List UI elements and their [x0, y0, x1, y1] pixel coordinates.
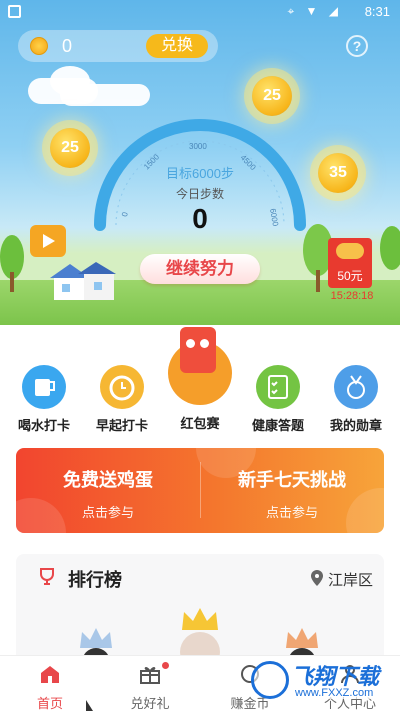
- step-target: 目标6000步: [166, 166, 234, 181]
- tab-home[interactable]: 首页: [0, 656, 100, 711]
- signal-icons: ⌖ ▼ ◢: [287, 4, 342, 18]
- notification-dot: [162, 662, 169, 669]
- status-time: 8:31: [364, 4, 390, 19]
- medal-icon: [334, 365, 378, 409]
- coin-icon: [30, 37, 48, 55]
- hero-section: ⌖ ▼ ◢ 8:31 0 兑换 ? 25 25 35 0 1500 3000 4…: [0, 0, 400, 325]
- banner-title: 新手七天挑战: [238, 470, 346, 490]
- seven-day-challenge-card[interactable]: 新手七天挑战 点击参与: [200, 466, 384, 521]
- gauge-tick: 3000: [189, 142, 207, 151]
- silver-crown-icon: [80, 628, 112, 648]
- watermark-logo-icon: [251, 661, 289, 699]
- ranking-card[interactable]: 排行榜 江岸区: [16, 554, 384, 664]
- trophy-icon: [40, 568, 54, 585]
- feature-my-medals[interactable]: 我的勋章: [328, 365, 384, 434]
- home-icon: [41, 666, 59, 683]
- feature-label: 健康答题: [251, 418, 304, 433]
- feature-health-quiz[interactable]: 健康答题: [250, 365, 306, 434]
- coin-count: 0: [62, 36, 73, 56]
- tab-label: 兑好礼: [130, 696, 170, 711]
- feature-drink-water[interactable]: 喝水打卡: [16, 365, 72, 434]
- red-packet-amount: 50元: [337, 269, 363, 283]
- free-eggs-card[interactable]: 免费送鸡蛋 点击参与: [16, 466, 200, 521]
- house-icon: [50, 262, 116, 300]
- steps-label: 今日步数: [175, 187, 224, 201]
- ranking-title: 排行榜: [68, 570, 122, 590]
- alarm-clock-icon: [100, 365, 144, 409]
- feature-label: 喝水打卡: [17, 418, 70, 433]
- banner-title: 免费送鸡蛋: [63, 470, 153, 490]
- help-icon[interactable]: ?: [346, 35, 368, 57]
- exchange-button[interactable]: 兑换: [146, 34, 208, 58]
- floating-coin[interactable]: 25: [50, 128, 90, 168]
- promo-banner: 免费送鸡蛋 点击参与 新手七天挑战 点击参与: [16, 448, 384, 533]
- notification-icon: [8, 5, 21, 18]
- quiz-checklist-icon: [256, 365, 300, 409]
- tab-label: 首页: [36, 696, 63, 711]
- coin-balance-pill: 0 兑换: [18, 30, 218, 62]
- watermark-url: www.FXXZ.com: [295, 687, 374, 699]
- red-packet-icon: [336, 243, 364, 259]
- bronze-crown-icon: [286, 628, 318, 648]
- cup-icon: [22, 365, 66, 409]
- tree-icon: [0, 235, 24, 292]
- location-label[interactable]: 江岸区: [328, 569, 373, 590]
- tab-gifts[interactable]: 兑好礼: [100, 656, 200, 711]
- feature-label: 早起打卡: [95, 418, 148, 433]
- site-watermark: 飞翔下载 www.FXXZ.com: [245, 657, 395, 707]
- feature-red-packet-race[interactable]: 红包赛: [165, 327, 235, 432]
- gift-icon: [140, 667, 160, 684]
- feature-label: 红包赛: [180, 416, 220, 431]
- feature-early-rise[interactable]: 早起打卡: [94, 365, 150, 434]
- banner-subtitle: 点击参与: [265, 505, 318, 520]
- cloud: [60, 84, 150, 106]
- location-icon: [311, 570, 323, 586]
- feature-label: 我的勋章: [329, 418, 382, 433]
- red-packet-mascot-icon: [168, 327, 232, 405]
- red-packet-countdown: 15:28:18: [330, 290, 374, 302]
- mouse-cursor-icon: [86, 700, 93, 711]
- tree-icon: [380, 226, 400, 270]
- status-bar: ⌖ ▼ ◢ 8:31: [0, 0, 400, 24]
- red-packet-reward[interactable]: 50元: [328, 238, 372, 288]
- gold-crown-icon: [182, 608, 218, 630]
- video-reward-icon[interactable]: [30, 225, 66, 257]
- banner-subtitle: 点击参与: [81, 505, 134, 520]
- main-content: 喝水打卡 早起打卡 红包赛 健康答题 我的勋章 免费送鸡蛋 点击参与 新手七天挑…: [0, 325, 400, 664]
- keep-going-button[interactable]: 继续努力: [140, 254, 260, 284]
